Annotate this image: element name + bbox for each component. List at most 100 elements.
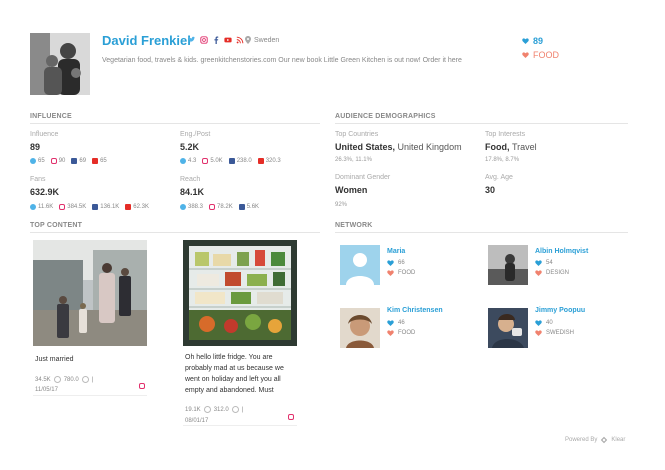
instagram-icon	[59, 204, 66, 210]
interests-value: Food, Travel	[485, 142, 537, 152]
instagram-icon[interactable]	[139, 383, 145, 389]
gender-value: Women	[335, 185, 368, 195]
network-score: 66	[387, 258, 405, 268]
age-label: Avg. Age	[485, 174, 513, 181]
rss-icon[interactable]	[236, 36, 244, 44]
meta-separator: |	[91, 376, 94, 383]
country-2: United Kingdom	[397, 142, 462, 152]
top-content-title: TOP CONTENT	[30, 222, 83, 229]
post-caption: Just married	[35, 356, 74, 363]
stat-youtube: 62.3K	[133, 204, 149, 210]
profile-tag: FOOD	[533, 50, 559, 60]
network-tag: SWEDISH	[535, 328, 574, 338]
tag-heart-icon	[522, 52, 529, 58]
interest-2: Travel	[512, 142, 537, 152]
network-score-value: 40	[546, 320, 553, 326]
stat-instagram: 384.5K	[67, 204, 87, 210]
post-image[interactable]	[183, 240, 297, 346]
stat-twitter: 11.6K	[38, 204, 54, 210]
network-name[interactable]: Albin Holmqvist	[535, 248, 588, 255]
tag-heart-icon	[387, 330, 394, 336]
top-content-divider	[30, 232, 320, 233]
post-date: 08/01/17	[185, 418, 209, 424]
heart-icon	[387, 260, 394, 266]
post-meta: 34.5K 780.0 |	[35, 376, 93, 383]
network-tag-value: FOOD	[398, 330, 416, 336]
content-card-2[interactable]: Oh hello little fridge. You are probably…	[183, 240, 297, 426]
location-text: Sweden	[254, 36, 280, 44]
post-image[interactable]	[33, 240, 147, 346]
post-likes: 19.1K	[185, 406, 201, 413]
tag-heart-icon	[535, 270, 542, 276]
facebook-icon[interactable]	[212, 36, 220, 44]
age-value: 30	[485, 185, 496, 195]
network-tag-value: FOOD	[398, 270, 416, 276]
stat-instagram: 78.2K	[217, 204, 233, 210]
instagram-icon	[202, 158, 209, 164]
tag-heart-icon	[387, 270, 394, 276]
profile-avatar	[30, 33, 90, 95]
twitter-icon	[30, 158, 36, 164]
youtube-icon	[125, 204, 132, 210]
twitter-icon[interactable]	[188, 36, 196, 44]
post-caption: Oh hello little fridge. You are probably…	[185, 354, 284, 394]
network-score: 54	[535, 258, 553, 268]
demographics-divider	[335, 123, 628, 124]
instagram-icon[interactable]	[200, 36, 208, 44]
gender-label: Dominant Gender	[335, 174, 391, 181]
profile-score: 89	[533, 36, 544, 46]
eng-label: Eng./Post	[180, 131, 211, 138]
twitter-icon	[180, 158, 186, 164]
stat-facebook: 238.0	[236, 158, 252, 164]
heart-outline-icon	[53, 376, 61, 383]
network-score: 46	[387, 318, 405, 328]
network-avatar-jimmy[interactable]	[488, 308, 528, 348]
social-icons	[188, 36, 244, 44]
network-name[interactable]: Jimmy Poopuu	[535, 307, 585, 314]
network-score-value: 54	[546, 260, 553, 266]
content-card-1[interactable]: Just married 34.5K 780.0 | 11/05/17	[33, 240, 147, 396]
instagram-icon	[209, 204, 216, 210]
facebook-icon	[92, 204, 99, 210]
fans-label: Fans	[30, 176, 46, 183]
heart-icon	[387, 320, 394, 326]
stat-facebook: 5.6K	[246, 204, 260, 210]
youtube-icon	[92, 158, 99, 164]
meta-separator: |	[241, 406, 244, 413]
network-avatar-maria[interactable]	[340, 245, 380, 285]
stat-twitter: 65	[38, 158, 45, 164]
network-score: 40	[535, 318, 553, 328]
stat-youtube: 65	[100, 158, 107, 164]
tag-heart-icon	[535, 330, 542, 336]
powered-by[interactable]: Powered By Klear	[565, 436, 625, 444]
network-title: NETWORK	[335, 222, 373, 229]
fans-stats: 11.6K 384.5K 136.1K 62.3K	[30, 204, 149, 210]
klear-logo-icon	[601, 436, 608, 444]
powered-by-text: Powered By	[565, 437, 598, 443]
network-avatar-albin[interactable]	[488, 245, 528, 285]
influence-divider	[30, 123, 320, 124]
stat-instagram: 90	[58, 158, 66, 164]
network-tag-value: DESIGN	[546, 270, 570, 276]
reach-label: Reach	[180, 176, 201, 183]
network-name[interactable]: Maria	[387, 248, 405, 255]
twitter-icon	[180, 204, 186, 210]
facebook-icon	[228, 158, 235, 164]
profile-name[interactable]: David Frenkiel	[102, 33, 191, 48]
heart-icon	[535, 260, 542, 266]
network-divider	[335, 232, 628, 233]
profile-bio: Vegetarian food, travels & kids. greenki…	[102, 57, 462, 64]
instagram-icon[interactable]	[288, 414, 294, 420]
post-comments: 312.0	[213, 406, 229, 413]
network-avatar-kim[interactable]	[340, 308, 380, 348]
stat-facebook: 69	[79, 158, 87, 164]
network-score-value: 46	[398, 320, 405, 326]
youtube-icon	[257, 158, 264, 164]
reach-value: 84.1K	[180, 187, 205, 197]
network-tag: FOOD	[387, 268, 415, 278]
heart-icon	[522, 38, 529, 44]
heart-icon	[535, 320, 542, 326]
youtube-icon[interactable]	[224, 36, 232, 44]
network-name[interactable]: Kim Christensen	[387, 307, 443, 314]
eng-value: 5.2K	[180, 142, 200, 152]
